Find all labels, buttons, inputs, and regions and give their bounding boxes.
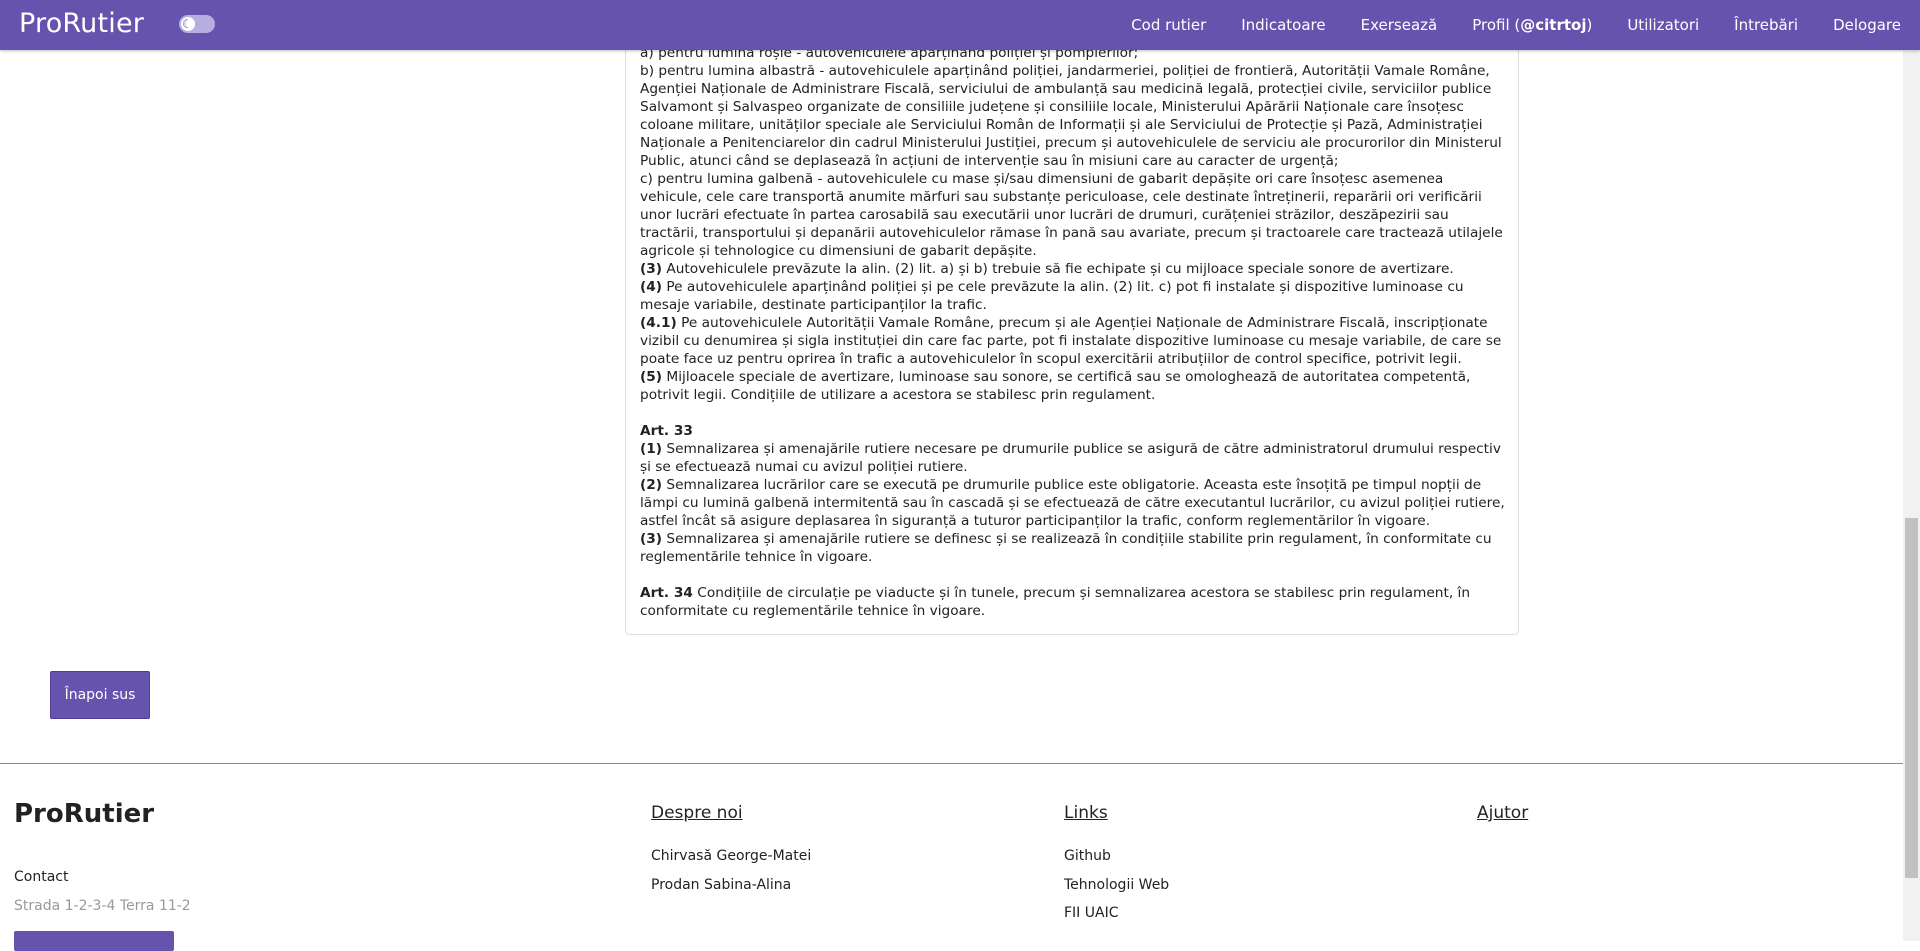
- paragraph-text: Semnalizarea și amenajările rutiere se d…: [640, 531, 1492, 565]
- footer-link-fii-uaic[interactable]: FII UAIC: [1064, 905, 1119, 921]
- paragraph-number: (1): [640, 441, 663, 457]
- paragraph-text: Semnalizarea lucrărilor care se execută …: [640, 477, 1505, 529]
- law-line: b) pentru lumina albastră - autovehicule…: [640, 63, 1502, 169]
- article-title-33: Art. 33: [640, 422, 1505, 440]
- law-paragraph: (3) Semnalizarea și amenajările rutiere …: [640, 530, 1505, 566]
- nav-intrebari[interactable]: Întrebări: [1734, 16, 1798, 34]
- law-paragraph: (4) Pe autovehiculele aparținând poliție…: [640, 278, 1505, 314]
- paragraph-text: Semnalizarea și amenajările rutiere nece…: [640, 441, 1501, 475]
- nav-cod-rutier[interactable]: Cod rutier: [1131, 16, 1206, 34]
- nav-links: Cod rutier Indicatoare Exersează Profil …: [1096, 0, 1901, 50]
- nav-profil-username: @citrtoj: [1520, 16, 1587, 34]
- paragraph-text: Mijloacele speciale de avertizare, lumin…: [640, 369, 1471, 403]
- nav-utilizatori[interactable]: Utilizatori: [1627, 16, 1699, 34]
- paragraph-text: Pe autovehiculele Autorității Vamale Rom…: [640, 315, 1502, 367]
- law-paragraph: (1) Semnalizarea și amenajările rutiere …: [640, 440, 1505, 476]
- paragraph-number: (4): [640, 279, 663, 295]
- footer-link-tehnologii-web[interactable]: Tehnologii Web: [1064, 877, 1169, 893]
- footer-contact-label: Contact: [14, 869, 69, 885]
- paragraph-number: (5): [640, 369, 663, 385]
- paragraph-text: Pe autovehiculele aparținând poliției și…: [640, 279, 1464, 313]
- footer-heading-ajutor[interactable]: Ajutor: [1477, 803, 1528, 823]
- footer-divider: [0, 763, 1903, 764]
- footer-brand: ProRutier: [14, 799, 155, 829]
- footer-col-ajutor: Ajutor: [1477, 803, 1528, 823]
- law-paragraph: (3) Autovehiculele prevăzute la alin. (2…: [640, 260, 1505, 278]
- scrollbar-thumb[interactable]: [1905, 518, 1918, 878]
- paragraph-text: Autovehiculele prevăzute la alin. (2) li…: [662, 261, 1454, 277]
- footer-col-links: Links Github Tehnologii Web FII UAIC: [1064, 803, 1169, 921]
- nav-profil-prefix: Profil (: [1472, 16, 1521, 34]
- nav-profil[interactable]: Profil (@citrtoj): [1472, 16, 1592, 34]
- paragraph-number: (4.1): [640, 315, 677, 331]
- footer-link-github[interactable]: Github: [1064, 848, 1111, 864]
- footer-col-despre-noi: Despre noi Chirvasă George-Matei Prodan …: [651, 803, 811, 893]
- footer-contact-button[interactable]: [14, 931, 174, 951]
- footer-link-author[interactable]: Prodan Sabina-Alina: [651, 877, 791, 893]
- article-34: Art. 34 Condițiile de circulație pe viad…: [640, 584, 1505, 620]
- paragraph-number: (3): [640, 261, 663, 277]
- theme-toggle[interactable]: ☾: [179, 15, 215, 33]
- nav-exerseaza[interactable]: Exersează: [1361, 16, 1438, 34]
- page-scrollbar[interactable]: [1903, 0, 1920, 941]
- law-line: c) pentru lumina galbenă - autovehiculel…: [640, 171, 1503, 259]
- article-text: Condițiile de circulație pe viaducte și …: [640, 585, 1471, 619]
- moon-icon: ☾: [182, 17, 193, 31]
- paragraph-number: (3): [640, 531, 663, 547]
- brand-logo[interactable]: ProRutier: [19, 8, 144, 39]
- law-paragraph: (4.1) Pe autovehiculele Autorității Vama…: [640, 314, 1505, 368]
- back-to-top-button[interactable]: Înapoi sus: [50, 671, 150, 719]
- paragraph-number: (2): [640, 477, 663, 493]
- top-navbar: ProRutier ☾ Cod rutier Indicatoare Exers…: [0, 0, 1920, 50]
- law-paragraph: (5) Mijloacele speciale de avertizare, l…: [640, 368, 1505, 404]
- law-text: a) pentru lumina roșie - autovehiculele …: [640, 44, 1505, 620]
- nav-indicatoare[interactable]: Indicatoare: [1241, 16, 1325, 34]
- footer-heading-despre-noi[interactable]: Despre noi: [651, 803, 743, 823]
- footer-link-author[interactable]: Chirvasă George-Matei: [651, 848, 811, 864]
- nav-delogare[interactable]: Delogare: [1833, 16, 1901, 34]
- article-heading: Art. 34: [640, 585, 693, 601]
- footer-contact-address: Strada 1-2-3-4 Terra 11-2: [14, 898, 191, 914]
- law-paragraph: (2) Semnalizarea lucrărilor care se exec…: [640, 476, 1505, 530]
- nav-profil-suffix: ): [1586, 16, 1593, 34]
- footer-heading-links[interactable]: Links: [1064, 803, 1108, 823]
- article-heading: Art. 33: [640, 423, 693, 439]
